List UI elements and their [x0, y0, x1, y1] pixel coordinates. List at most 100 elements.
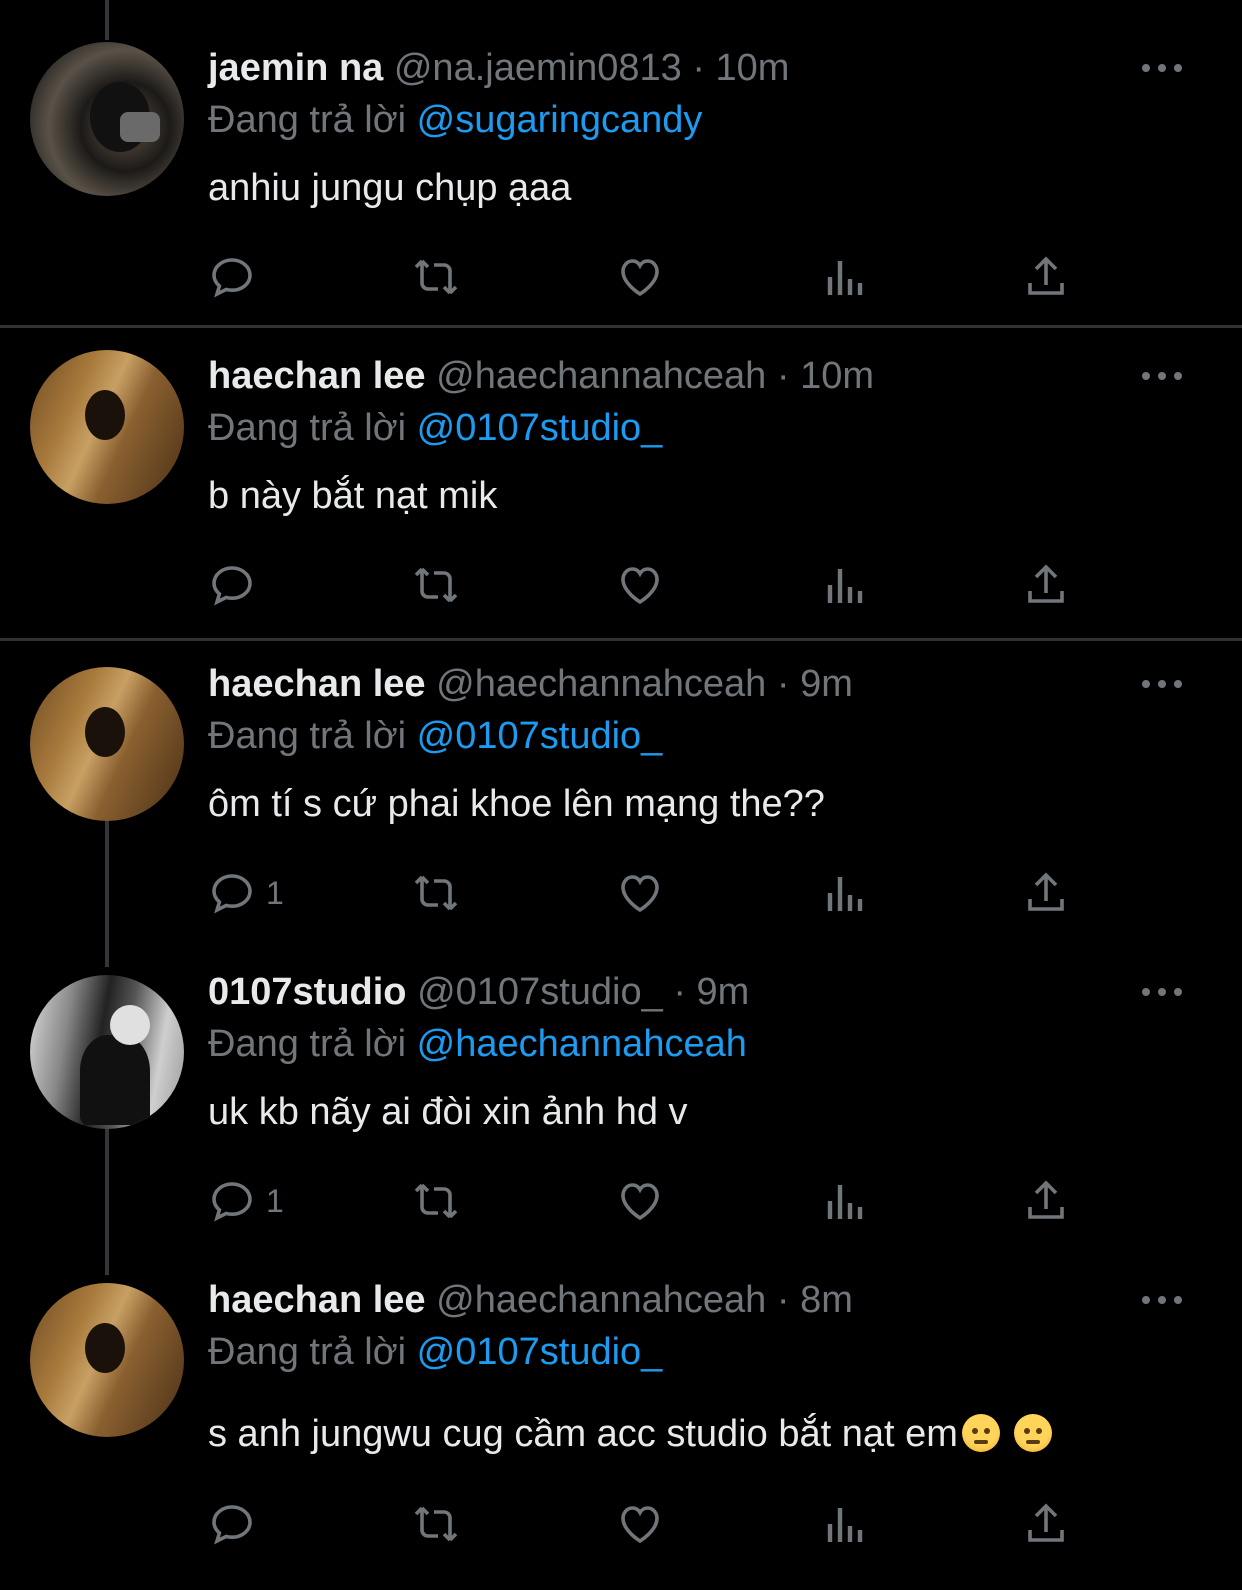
action-bar [208, 252, 1088, 302]
like-button[interactable] [616, 868, 664, 918]
user-handle[interactable]: @haechannahceah [436, 663, 766, 705]
action-bar [208, 560, 1088, 610]
reply-button[interactable] [208, 1499, 266, 1549]
separator: · [673, 971, 686, 1013]
share-button[interactable] [1022, 1499, 1070, 1549]
replying-to: Đang trả lời @0107studio_ [208, 710, 1202, 762]
display-name[interactable]: haechan lee [208, 355, 426, 397]
timestamp[interactable]: 10m [800, 355, 874, 397]
like-icon [621, 259, 659, 297]
user-handle[interactable]: @na.jaemin0813 [394, 47, 682, 89]
separator: · [776, 663, 790, 705]
tweet[interactable]: haechan lee @haechannahceah · 10m Đang t… [0, 328, 1242, 633]
views-button[interactable] [820, 1176, 868, 1226]
replying-to: Đang trả lời @sugaringcandy [208, 94, 1202, 146]
avatar[interactable] [30, 42, 184, 196]
like-button[interactable] [616, 1176, 664, 1226]
retweet-button[interactable] [412, 868, 460, 918]
tweet-text-container: s anh jungwu cug cầm acc studio bắt nạt … [208, 1408, 1202, 1460]
reply-icon [212, 1182, 252, 1222]
user-handle[interactable]: @haechannahceah [436, 1279, 766, 1321]
share-icon [1028, 256, 1064, 295]
views-icon [827, 569, 863, 603]
avatar[interactable] [30, 1283, 184, 1437]
display-name[interactable]: haechan lee [208, 1279, 426, 1321]
reply-icon [212, 1505, 252, 1545]
views-button[interactable] [820, 1499, 868, 1549]
share-button[interactable] [1022, 252, 1070, 302]
tweet[interactable]: haechan lee @haechannahceah · 8m Đang tr… [0, 1257, 1242, 1590]
views-button[interactable] [820, 868, 868, 918]
more-icon[interactable] [1142, 366, 1182, 386]
display-name[interactable]: 0107studio [208, 971, 407, 1013]
angry-face-emoji [1014, 1414, 1053, 1452]
like-icon [621, 875, 659, 913]
more-icon[interactable] [1142, 982, 1182, 1002]
more-icon[interactable] [1142, 674, 1182, 694]
mention-link[interactable]: @0107studio_ [417, 715, 663, 757]
reply-icon [212, 874, 252, 914]
mention-link[interactable]: @haechannahceah [417, 1023, 747, 1065]
display-name[interactable]: haechan lee [208, 663, 426, 705]
reply-button[interactable] [208, 252, 266, 302]
tweet[interactable]: 0107studio @0107studio_ · 9m Đang trả lờ… [0, 949, 1242, 1257]
timestamp[interactable]: 10m [716, 47, 790, 89]
more-icon[interactable] [1142, 58, 1182, 78]
retweet-icon [414, 567, 458, 603]
like-icon [621, 1183, 659, 1221]
timestamp[interactable]: 9m [697, 971, 750, 1013]
reply-count: 1 [266, 874, 284, 911]
reply-button[interactable]: 1 [208, 868, 284, 918]
replying-to: Đang trả lời @haechannahceah [208, 1018, 1202, 1070]
avatar[interactable] [30, 350, 184, 504]
like-icon [621, 567, 659, 605]
tweet-text: ôm tí s cứ phai khoe lên mạng the?? [208, 783, 825, 825]
timestamp[interactable]: 8m [800, 1279, 853, 1321]
retweet-button[interactable] [412, 1176, 460, 1226]
user-handle[interactable]: @0107studio_ [417, 971, 663, 1013]
tweet-header: jaemin na @na.jaemin0813 · 10m [208, 42, 1202, 94]
views-icon [827, 1185, 863, 1219]
display-name[interactable]: jaemin na [208, 47, 383, 89]
reply-icon [212, 566, 252, 606]
separator: · [776, 355, 790, 397]
avatar[interactable] [30, 975, 184, 1129]
timestamp[interactable]: 9m [800, 663, 853, 705]
share-button[interactable] [1022, 868, 1070, 918]
share-button[interactable] [1022, 1176, 1070, 1226]
reply-button[interactable] [208, 560, 266, 610]
reply-button[interactable]: 1 [208, 1176, 284, 1226]
retweet-button[interactable] [412, 560, 460, 610]
like-button[interactable] [616, 252, 664, 302]
user-handle[interactable]: @haechannahceah [436, 355, 766, 397]
share-icon [1028, 1503, 1064, 1542]
views-icon [827, 877, 863, 911]
views-button[interactable] [820, 252, 868, 302]
share-button[interactable] [1022, 560, 1070, 610]
more-icon[interactable] [1142, 1290, 1182, 1310]
action-bar: 1 [208, 868, 1088, 918]
tweet-header: 0107studio @0107studio_ · 9m [208, 966, 1202, 1018]
avatar[interactable] [30, 667, 184, 821]
separator: · [692, 47, 705, 89]
tweet[interactable]: haechan lee @haechannahceah · 9m Đang tr… [0, 641, 1242, 949]
mention-link[interactable]: @sugaringcandy [417, 99, 703, 141]
retweet-icon [414, 1183, 458, 1219]
like-button[interactable] [616, 560, 664, 610]
tweet[interactable]: jaemin na @na.jaemin0813 · 10m Đang trả … [0, 0, 1242, 325]
tweet-header: haechan lee @haechannahceah · 9m [208, 658, 1202, 710]
angry-face-emoji [961, 1414, 1000, 1452]
like-button[interactable] [616, 1499, 664, 1549]
reply-icon [212, 258, 252, 298]
retweet-button[interactable] [412, 1499, 460, 1549]
retweet-icon [414, 1506, 458, 1542]
mention-link[interactable]: @0107studio_ [417, 1331, 663, 1373]
reply-prefix: Đang trả lời [208, 407, 407, 449]
views-icon [827, 1508, 863, 1542]
action-bar: 1 [208, 1176, 1088, 1226]
views-button[interactable] [820, 560, 868, 610]
retweet-button[interactable] [412, 252, 460, 302]
mention-link[interactable]: @0107studio_ [417, 407, 663, 449]
retweet-icon [414, 875, 458, 911]
reply-prefix: Đang trả lời [208, 1331, 407, 1373]
